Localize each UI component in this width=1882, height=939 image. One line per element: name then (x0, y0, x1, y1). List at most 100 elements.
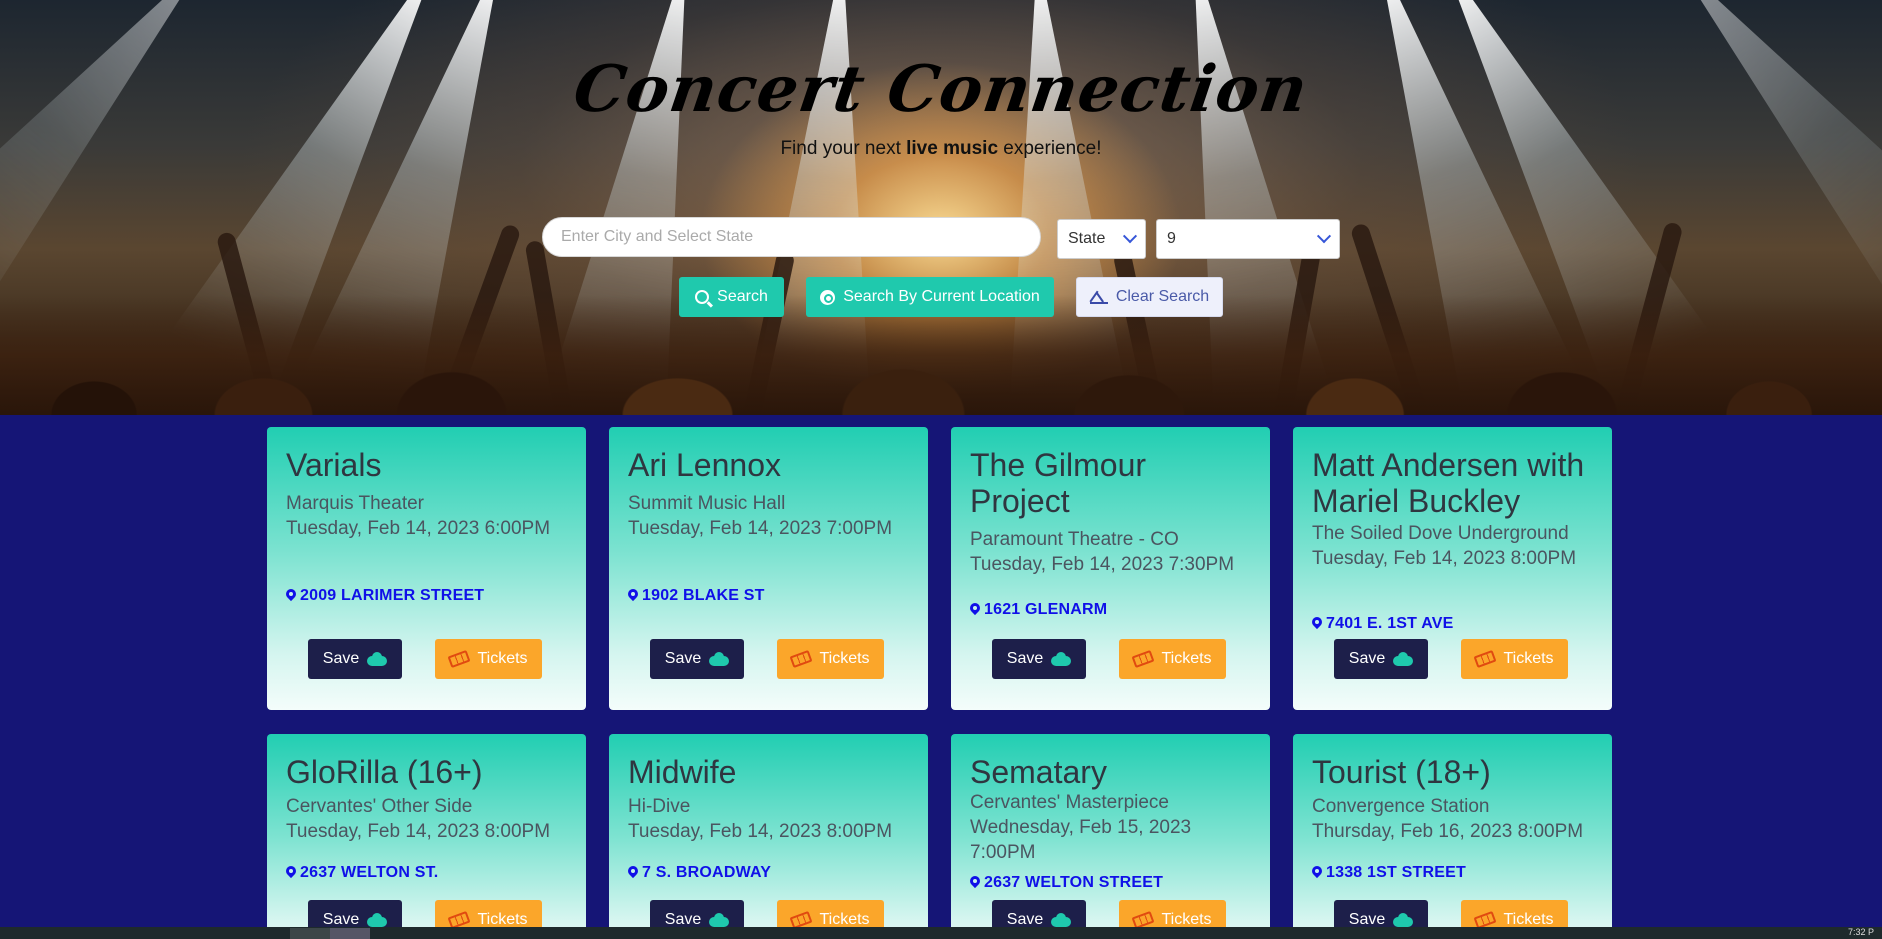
event-address[interactable]: 7 S. BROADWAY (628, 864, 771, 882)
ticket-icon (1474, 649, 1497, 669)
event-address[interactable]: 2637 WELTON STREET (970, 874, 1163, 892)
search-by-location-label: Search By Current Location (843, 288, 1040, 305)
state-select-value: State (1068, 230, 1106, 247)
event-venue: The Soiled Dove Underground (1312, 523, 1569, 544)
state-select[interactable]: State (1057, 219, 1146, 259)
event-date: Tuesday, Feb 14, 2023 7:00PM (628, 518, 893, 539)
event-card: Matt Andersen with Mariel Buckley The So… (1293, 427, 1612, 710)
event-address-text: 7401 E. 1ST AVE (1326, 615, 1454, 632)
event-address[interactable]: 1338 1ST STREET (1312, 864, 1466, 882)
event-artist: Midwife (628, 754, 737, 790)
hero-banner: Concert Connection Find your next live m… (0, 0, 1882, 415)
cloud-download-icon (1393, 652, 1414, 666)
location-search-icon (820, 289, 836, 305)
cloud-download-icon (367, 913, 388, 927)
event-address[interactable]: 2637 WELTON ST. (286, 864, 438, 882)
tickets-button[interactable]: Tickets (1461, 639, 1568, 679)
event-address-text: 7 S. BROADWAY (642, 864, 772, 881)
event-address[interactable]: 1621 GLENARM (970, 601, 1107, 619)
save-button[interactable]: Save (308, 639, 402, 679)
cloud-download-icon (1051, 652, 1072, 666)
search-icon (695, 290, 710, 304)
map-pin-icon (1312, 866, 1322, 880)
map-pin-icon (628, 589, 638, 603)
map-pin-icon (628, 866, 638, 880)
event-address-text: 1338 1ST STREET (1326, 864, 1466, 881)
event-artist: Sematary (970, 754, 1107, 790)
event-artist: Ari Lennox (628, 447, 781, 483)
event-card: Ari Lennox Summit Music Hall Tuesday, Fe… (609, 427, 928, 710)
save-button[interactable]: Save (992, 639, 1086, 679)
taskbar-clock: 7:32 P (1847, 927, 1874, 937)
ticket-icon (448, 649, 471, 669)
cloud-download-icon (1393, 913, 1414, 927)
event-date: Tuesday, Feb 14, 2023 8:00PM (1312, 548, 1577, 569)
event-card: GloRilla (16+) Cervantes' Other Side Tue… (267, 734, 586, 939)
city-search-input[interactable] (542, 217, 1041, 257)
taskbar-app-icon[interactable] (330, 928, 370, 939)
event-address-text: 2637 WELTON ST. (300, 864, 439, 881)
cloud-download-icon (709, 913, 730, 927)
event-venue: Cervantes' Masterpiece (970, 792, 1169, 813)
event-artist: Tourist (18+) (1312, 754, 1491, 790)
event-date: Tuesday, Feb 14, 2023 8:00PM (286, 821, 551, 842)
event-venue: Paramount Theatre - CO (970, 529, 1179, 550)
clear-search-label: Clear Search (1115, 288, 1210, 305)
event-date: Tuesday, Feb 14, 2023 6:00PM (286, 518, 551, 539)
map-pin-icon (970, 876, 980, 890)
tickets-button[interactable]: Tickets (1119, 639, 1226, 679)
tickets-button[interactable]: Tickets (777, 639, 884, 679)
event-card: Sematary Cervantes' Masterpiece Wednesda… (951, 734, 1270, 939)
ticket-icon (1132, 649, 1155, 669)
save-button[interactable]: Save (650, 639, 744, 679)
event-date: Thursday, Feb 16, 2023 8:00PM (1312, 821, 1584, 842)
event-date: Tuesday, Feb 14, 2023 7:30PM (970, 554, 1235, 575)
event-venue: Hi-Dive (628, 796, 691, 817)
event-venue: Convergence Station (1312, 796, 1490, 817)
event-card: Tourist (18+) Convergence Station Thursd… (1293, 734, 1612, 939)
event-artist: The Gilmour Project (970, 447, 1147, 519)
page-title: Concert Connection (569, 52, 1313, 127)
search-button[interactable]: Search (679, 277, 784, 317)
ticket-icon (790, 649, 813, 669)
tickets-button-label: Tickets (1161, 650, 1212, 667)
page-subtitle: Find your next live music experience! (780, 138, 1102, 159)
event-address-text: 1902 BLAKE ST (642, 587, 765, 604)
save-button[interactable]: Save (1334, 639, 1428, 679)
map-pin-icon (286, 589, 296, 603)
tickets-button-label: Tickets (1503, 650, 1554, 667)
event-address[interactable]: 2009 LARIMER STREET (286, 587, 484, 605)
event-card: Varials Marquis Theater Tuesday, Feb 14,… (267, 427, 586, 710)
save-button-label: Save (1006, 650, 1044, 667)
event-address[interactable]: 1902 BLAKE ST (628, 587, 765, 605)
event-venue: Summit Music Hall (628, 493, 786, 514)
chevron-down-icon (1316, 229, 1332, 244)
event-artist: Matt Andersen with Mariel Buckley (1312, 447, 1585, 519)
tickets-button[interactable]: Tickets (435, 639, 542, 679)
tickets-button-label: Tickets (477, 650, 528, 667)
cloud-download-icon (1051, 913, 1072, 927)
broom-icon (1089, 290, 1108, 304)
save-button-label: Save (1348, 650, 1386, 667)
radius-select[interactable]: 9 (1156, 219, 1340, 259)
tickets-button-label: Tickets (819, 650, 870, 667)
map-pin-icon (970, 603, 980, 617)
event-address-text: 1621 GLENARM (984, 601, 1108, 618)
search-by-location-button[interactable]: Search By Current Location (806, 277, 1054, 317)
taskbar-app-icon[interactable] (290, 928, 330, 939)
event-card: Midwife Hi-Dive Tuesday, Feb 14, 2023 8:… (609, 734, 928, 939)
map-pin-icon (286, 866, 296, 880)
event-address[interactable]: 7401 E. 1ST AVE (1312, 615, 1454, 633)
save-button-label: Save (664, 650, 702, 667)
event-venue: Cervantes' Other Side (286, 796, 473, 817)
save-button-label: Save (322, 650, 360, 667)
clear-search-button[interactable]: Clear Search (1076, 277, 1223, 317)
event-date: Wednesday, Feb 15, 2023 7:00PM (970, 817, 1192, 863)
os-taskbar: 7:32 P (0, 927, 1882, 939)
cloud-download-icon (367, 652, 388, 666)
event-artist: Varials (286, 447, 382, 483)
radius-select-value: 9 (1167, 230, 1176, 247)
event-date: Tuesday, Feb 14, 2023 8:00PM (628, 821, 893, 842)
event-address-text: 2637 WELTON STREET (984, 874, 1164, 891)
map-pin-icon (1312, 617, 1322, 631)
